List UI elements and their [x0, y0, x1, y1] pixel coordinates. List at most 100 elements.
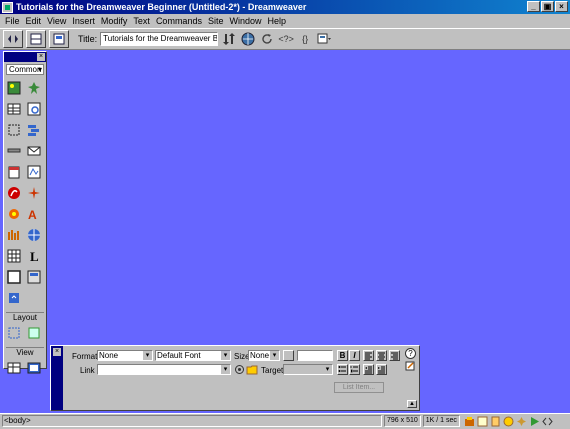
text-outdent-button[interactable]	[363, 364, 374, 375]
dreamweaver-app-icon[interactable]	[2, 1, 13, 13]
collapse-panel-icon[interactable]: ▲	[407, 400, 417, 408]
insert-flash-text-icon[interactable]: A	[25, 205, 43, 223]
link-label: Link	[80, 366, 95, 375]
insert-table-icon[interactable]	[5, 100, 23, 118]
objects-panel-close-button[interactable]: ×	[37, 53, 45, 61]
title-label: Title:	[78, 34, 98, 44]
align-right-button[interactable]	[389, 350, 400, 361]
properties-inspector: × Format None Default Font Size None B I…	[50, 345, 420, 411]
menu-modify[interactable]: Modify	[99, 16, 132, 26]
font-select[interactable]: Default Font	[155, 350, 231, 361]
insert-line-break-icon[interactable]: L	[25, 247, 43, 265]
insert-date-icon[interactable]	[5, 163, 23, 181]
quick-tag-editor-icon[interactable]	[405, 361, 416, 371]
menu-commands[interactable]: Commands	[154, 16, 206, 26]
menu-insert[interactable]: Insert	[70, 16, 99, 26]
insert-tabular-data-icon[interactable]	[25, 100, 43, 118]
size-select[interactable]: None	[248, 350, 280, 361]
insert-named-anchor-icon[interactable]	[5, 289, 23, 307]
menu-bar: File Edit View Insert Modify Text Comman…	[0, 14, 570, 28]
text-color-field[interactable]	[297, 350, 333, 361]
refresh-icon[interactable]	[259, 31, 275, 47]
insert-horizontal-rule-icon[interactable]	[5, 142, 23, 160]
target-label: Target	[261, 366, 284, 375]
preview-in-browser-icon[interactable]	[240, 31, 256, 47]
menu-edit[interactable]: Edit	[24, 16, 46, 26]
menu-file[interactable]: File	[3, 16, 24, 26]
ordered-list-button[interactable]	[349, 364, 360, 375]
align-center-button[interactable]	[376, 350, 387, 361]
menu-text[interactable]: Text	[131, 16, 154, 26]
format-label: Format	[72, 352, 98, 361]
window-size-indicator[interactable]: 796 x 510	[384, 415, 421, 427]
insert-rollover-image-icon[interactable]	[25, 79, 43, 97]
point-to-file-icon[interactable]	[234, 364, 245, 375]
properties-panel-close-button[interactable]: ×	[53, 348, 61, 356]
insert-tabular-import-icon[interactable]	[25, 163, 43, 181]
indent-icon	[378, 366, 385, 374]
link-field[interactable]	[97, 364, 231, 375]
insert-image-icon[interactable]	[5, 79, 23, 97]
document-toolbar: Title: Tutorials for the Dreamweaver Be …	[0, 28, 570, 50]
unordered-list-button[interactable]	[337, 364, 348, 375]
format-select[interactable]: None	[97, 350, 153, 361]
target-select[interactable]	[283, 364, 333, 375]
show-design-view-button[interactable]	[49, 30, 69, 48]
file-management-icon[interactable]	[221, 31, 237, 47]
view-options-icon[interactable]	[316, 31, 332, 47]
insert-shockwave-icon[interactable]	[25, 184, 43, 202]
tag-selector[interactable]: <body>	[2, 415, 382, 427]
status-bar: <body> 796 x 510 1K / 1 sec	[0, 413, 570, 428]
maximize-button[interactable]: ▣	[541, 1, 554, 12]
reference-icon[interactable]: <?>	[278, 31, 294, 47]
html-styles-launcher-icon[interactable]	[490, 416, 501, 427]
layout-section-label: Layout	[6, 312, 44, 322]
insert-frame-icon[interactable]	[25, 268, 43, 286]
standard-view-icon[interactable]	[5, 359, 23, 377]
objects-panel-header[interactable]: ×	[4, 52, 46, 62]
unordered-list-icon	[338, 366, 346, 372]
align-left-button[interactable]	[363, 350, 374, 361]
help-icon[interactable]: ?	[405, 348, 416, 359]
list-item-button[interactable]: List Item...	[334, 382, 384, 393]
code-navigation-icon[interactable]: {}	[297, 31, 313, 47]
site-launcher-icon[interactable]	[464, 416, 475, 427]
text-color-swatch[interactable]	[283, 350, 294, 361]
insert-server-side-include-icon[interactable]	[5, 247, 23, 265]
objects-grid: A L	[4, 77, 46, 309]
view-tools	[4, 357, 46, 379]
split-view-icon	[30, 33, 42, 45]
insert-email-link-icon[interactable]	[25, 142, 43, 160]
close-button[interactable]: ×	[555, 1, 568, 12]
insert-applet-icon[interactable]	[25, 226, 43, 244]
text-indent-button[interactable]	[376, 364, 387, 375]
insert-navigation-bar-icon[interactable]	[25, 121, 43, 139]
timelines-launcher-icon[interactable]	[529, 416, 540, 427]
show-code-view-button[interactable]	[3, 30, 23, 48]
bold-button[interactable]: B	[337, 350, 348, 361]
draw-layer-icon[interactable]	[5, 121, 23, 139]
css-styles-launcher-icon[interactable]	[503, 416, 514, 427]
insert-fireworks-html-icon[interactable]	[5, 226, 23, 244]
menu-help[interactable]: Help	[265, 16, 290, 26]
menu-site[interactable]: Site	[206, 16, 228, 26]
outdent-icon	[365, 366, 372, 374]
properties-panel-header[interactable]: ×	[51, 346, 63, 410]
menu-window[interactable]: Window	[227, 16, 265, 26]
draw-layout-table-icon[interactable]	[25, 324, 43, 342]
insert-generator-icon[interactable]	[5, 205, 23, 223]
minimize-button[interactable]: _	[527, 1, 540, 12]
insert-layer-icon[interactable]	[5, 268, 23, 286]
browse-folder-icon[interactable]	[246, 364, 258, 375]
insert-flash-icon[interactable]	[5, 184, 23, 202]
html-source-launcher-icon[interactable]	[542, 416, 553, 427]
library-launcher-icon[interactable]	[477, 416, 488, 427]
behaviors-launcher-icon[interactable]	[516, 416, 527, 427]
draw-layout-cell-icon[interactable]	[5, 324, 23, 342]
show-code-and-design-button[interactable]	[26, 30, 46, 48]
object-category-select[interactable]: Common	[6, 64, 44, 75]
page-title-field[interactable]: Tutorials for the Dreamweaver Be	[100, 32, 219, 46]
menu-view[interactable]: View	[45, 16, 70, 26]
layout-view-icon[interactable]	[25, 359, 43, 377]
italic-button[interactable]: I	[349, 350, 360, 361]
